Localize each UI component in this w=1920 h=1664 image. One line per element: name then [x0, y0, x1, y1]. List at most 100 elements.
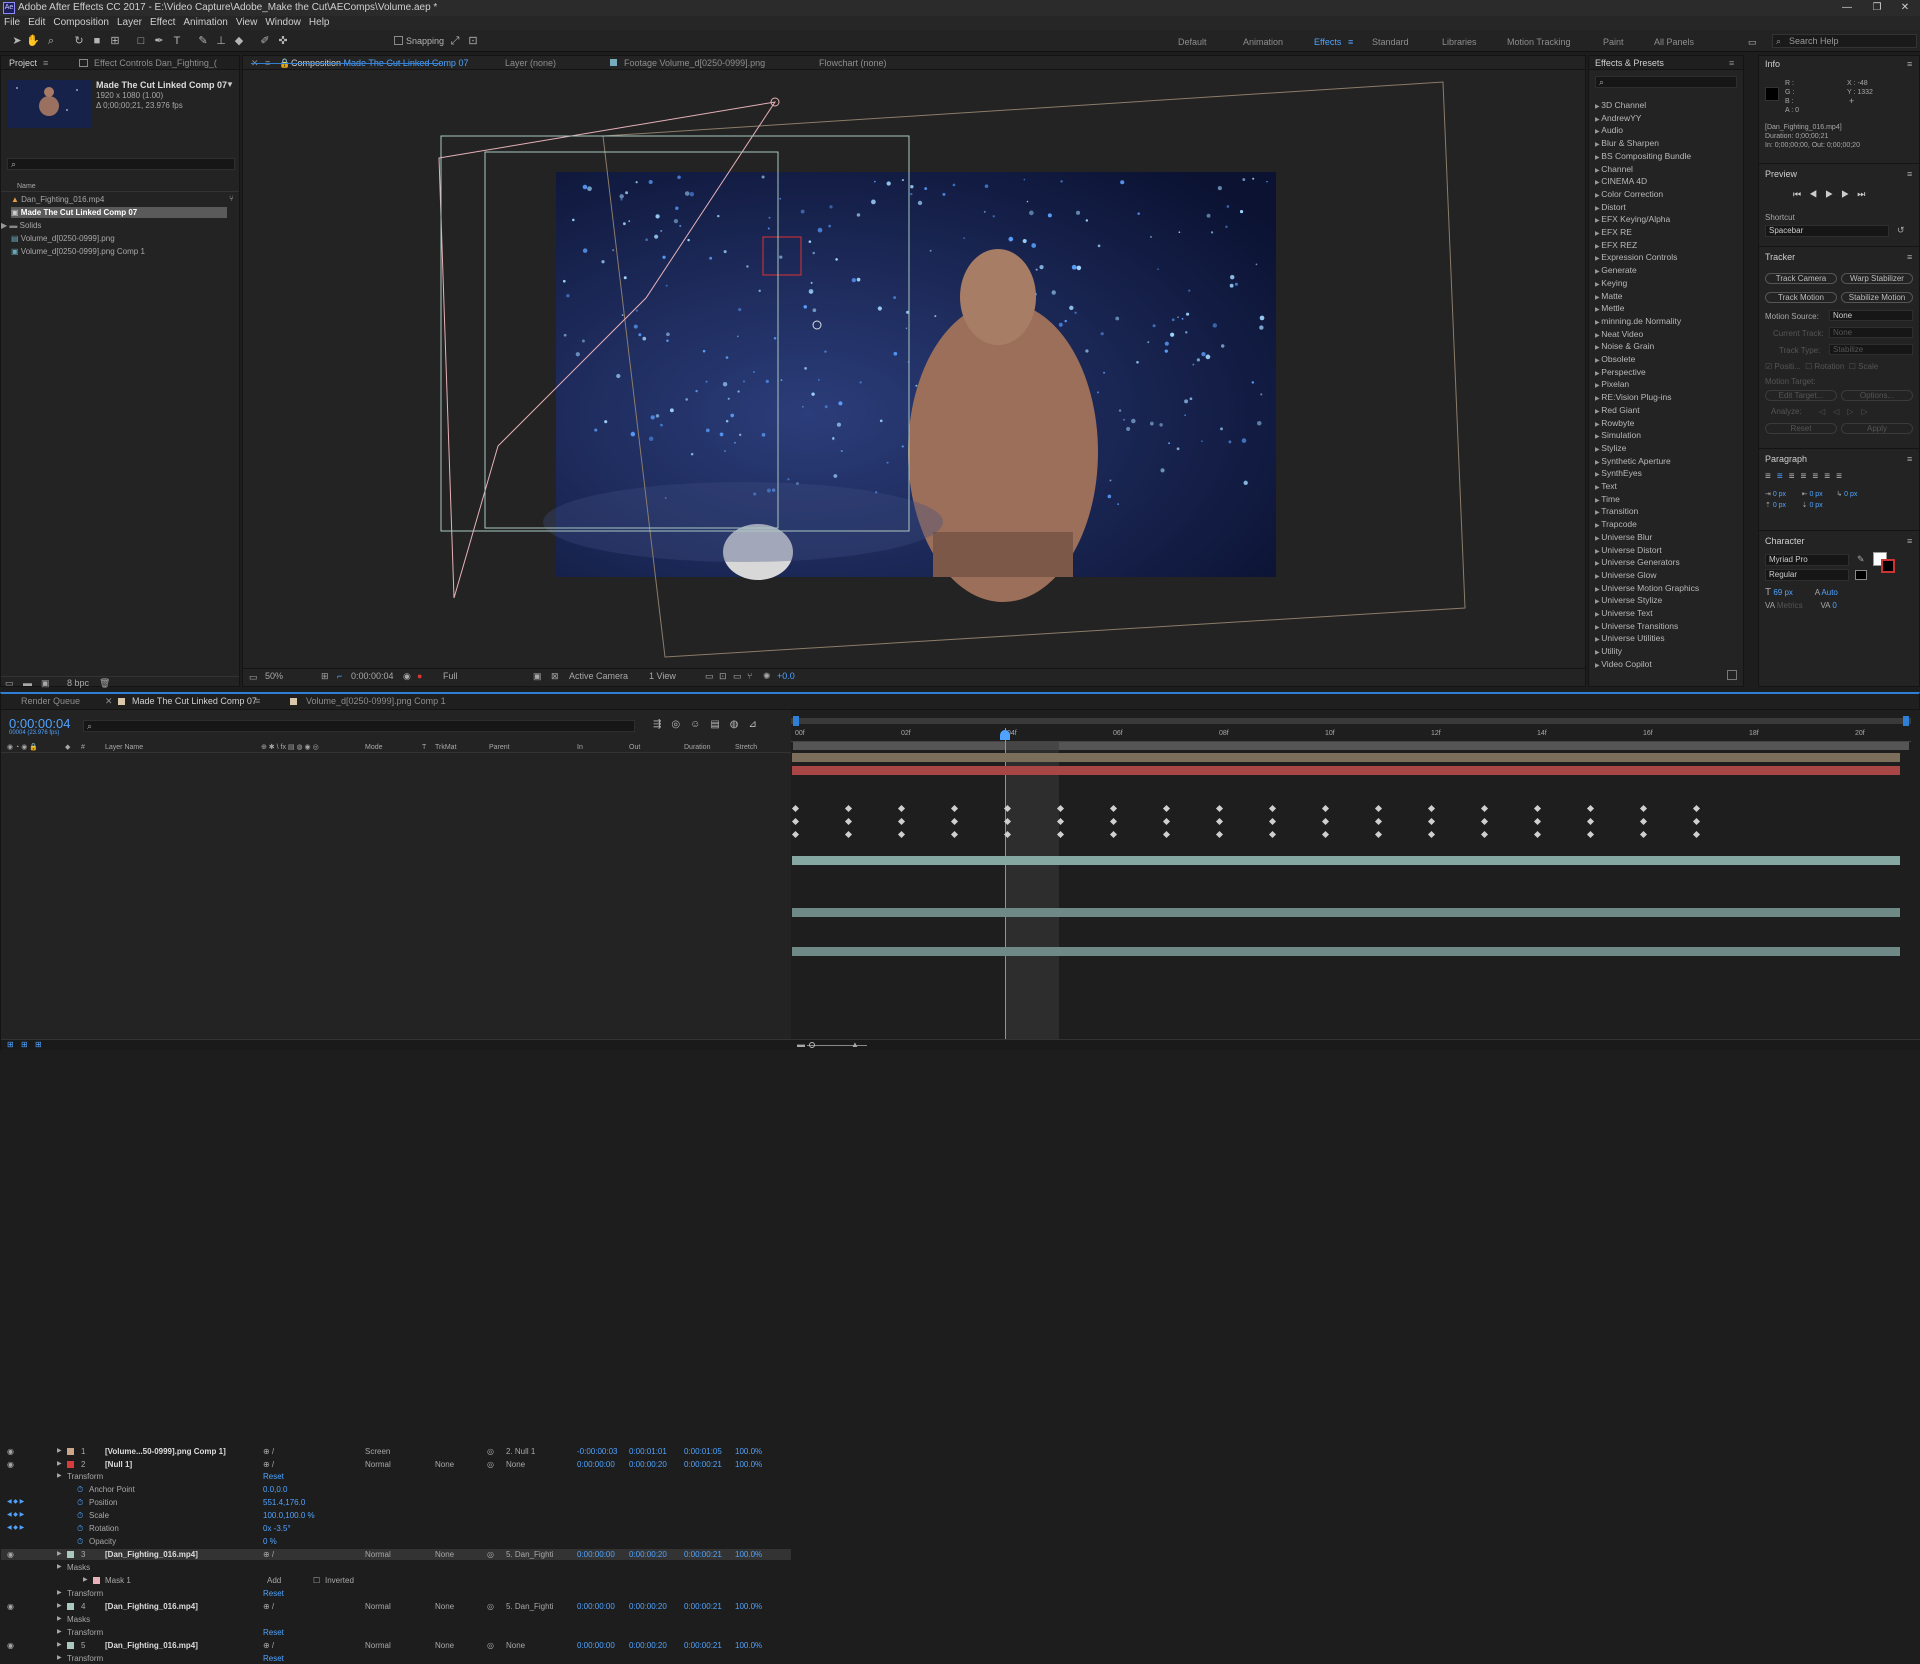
- exposure-value[interactable]: +0.0: [777, 671, 795, 681]
- tab-render-queue[interactable]: Render Queue: [21, 696, 80, 706]
- effect-category[interactable]: Universe Motion Graphics: [1595, 583, 1699, 593]
- composition-canvas[interactable]: [243, 72, 1587, 672]
- visibility-eye-icon[interactable]: ◉: [7, 1459, 14, 1470]
- expand-layer-switches-icon[interactable]: ⊞: [7, 1040, 14, 1049]
- timeline-icon[interactable]: ▭: [733, 671, 742, 682]
- motion-blur-icon[interactable]: ◍: [730, 719, 749, 730]
- space-before-value[interactable]: 0 px: [1773, 502, 1786, 509]
- scale-checkbox[interactable]: ☐: [1849, 362, 1856, 371]
- justify-all-icon[interactable]: ≡: [1836, 471, 1848, 482]
- project-search-input[interactable]: ⌕: [7, 158, 235, 170]
- stopwatch-icon[interactable]: ⏱: [77, 1497, 83, 1508]
- project-bpc[interactable]: 8 bpc: [67, 678, 89, 688]
- reset-icon[interactable]: ↺: [1897, 225, 1905, 236]
- analyze-back-frame-icon[interactable]: ◁: [1833, 407, 1847, 416]
- mode-header[interactable]: Mode: [365, 742, 383, 753]
- menu-effect[interactable]: Effect: [146, 16, 179, 30]
- effect-category[interactable]: RE:Vision Plug-ins: [1595, 392, 1671, 402]
- minimize-button[interactable]: —: [1832, 0, 1862, 16]
- search-help-input[interactable]: ⌕ Search Help: [1772, 34, 1917, 48]
- layer-duration[interactable]: 0:00:00:21: [684, 1640, 722, 1651]
- effect-category[interactable]: Mettle: [1595, 303, 1624, 313]
- time-navigator[interactable]: [791, 718, 1911, 724]
- effect-category[interactable]: Obsolete: [1595, 354, 1635, 364]
- effect-category[interactable]: EFX RE: [1595, 227, 1632, 237]
- label-color-icon[interactable]: [67, 1603, 74, 1610]
- layer-name[interactable]: [Null 1]: [105, 1459, 132, 1470]
- flowchart-icon[interactable]: ⑂: [747, 671, 752, 681]
- rectangle-tool-icon[interactable]: □: [134, 34, 148, 48]
- first-line-indent-value[interactable]: 0 px: [1844, 491, 1857, 498]
- close-button[interactable]: ✕: [1890, 0, 1920, 16]
- hand-tool-icon[interactable]: ✋: [26, 34, 40, 48]
- expand-in-out-icon[interactable]: ⊞: [35, 1040, 42, 1049]
- layer-name[interactable]: [Dan_Fighting_016.mp4]: [105, 1549, 198, 1560]
- layer-duration-bar[interactable]: [792, 856, 1900, 865]
- effect-category[interactable]: Keying: [1595, 278, 1627, 288]
- property-value[interactable]: 551.4,176.0: [263, 1497, 305, 1508]
- leading-value[interactable]: Auto: [1821, 588, 1837, 597]
- parent-dropdown[interactable]: 5. Dan_Fighti: [506, 1549, 554, 1560]
- workspace-animation[interactable]: Animation: [1243, 37, 1283, 47]
- layer-switches-icon[interactable]: ⊕ /: [263, 1640, 274, 1651]
- reset-link[interactable]: Reset: [263, 1627, 284, 1638]
- layer-switches-icon[interactable]: ⊕ /: [263, 1459, 274, 1470]
- navigator-start-handle[interactable]: [793, 716, 799, 726]
- graph-editor-icon[interactable]: ⊿: [749, 719, 767, 730]
- delete-icon[interactable]: 🗑: [99, 678, 110, 689]
- twirl-arrow-icon[interactable]: ▶: [57, 1471, 62, 1482]
- keyframe-navigator-icon[interactable]: ◀ ◆ ▶: [7, 1497, 24, 1508]
- roto-brush-tool-icon[interactable]: ✐: [258, 34, 272, 48]
- options-button[interactable]: Options...: [1841, 390, 1913, 401]
- align-right-icon[interactable]: ≡: [1789, 471, 1801, 482]
- layer-in-time[interactable]: 0:00:00:00: [577, 1459, 615, 1470]
- stopwatch-icon[interactable]: ⏱: [77, 1484, 83, 1495]
- layer-row[interactable]: ◉ ▶ 5 [Dan_Fighting_016.mp4] ⊕ / Normal None ◎ N…: [1, 1640, 791, 1651]
- font-family-dropdown[interactable]: Myriad Pro: [1765, 554, 1849, 566]
- tracking-value[interactable]: 0: [1832, 601, 1836, 610]
- region-of-interest-icon[interactable]: ▣: [533, 671, 542, 682]
- property-value[interactable]: 0x -3.5°: [263, 1523, 291, 1534]
- last-frame-icon[interactable]: ⏭: [1857, 189, 1873, 199]
- flowchart-icon[interactable]: ⑂: [229, 194, 234, 203]
- track-matte-dropdown[interactable]: None: [435, 1640, 454, 1651]
- keyframe-navigator-icon[interactable]: ◀ ◆ ▶: [7, 1523, 24, 1534]
- zoom-slider-thumb[interactable]: [809, 1042, 815, 1048]
- align-left-icon[interactable]: ≡: [1765, 471, 1777, 482]
- layer-out-time[interactable]: 0:00:00:20: [629, 1549, 667, 1560]
- shortcut-dropdown[interactable]: Spacebar: [1765, 225, 1889, 237]
- layer-in-time[interactable]: 0:00:00:00: [577, 1549, 615, 1560]
- track-matte-dropdown[interactable]: None: [435, 1459, 454, 1470]
- project-item-selected[interactable]: ▣ Made The Cut Linked Comp 07: [11, 207, 227, 218]
- effect-category[interactable]: Simulation: [1595, 430, 1641, 440]
- layer-row[interactable]: ◉ ▶ 1 [Volume...50-0999].png Comp 1] ⊕ / Scre…: [1, 1446, 791, 1457]
- layer-switches-icon[interactable]: ⊕ /: [263, 1549, 274, 1560]
- mask-mode-dropdown[interactable]: Add: [267, 1575, 281, 1586]
- effect-category[interactable]: Perspective: [1595, 367, 1645, 377]
- effect-category[interactable]: Stylize: [1595, 443, 1626, 453]
- layer-duration-bar[interactable]: [792, 908, 1900, 917]
- duration-header[interactable]: Duration: [684, 742, 710, 753]
- zoom-dropdown[interactable]: 50%: [265, 671, 283, 681]
- menu-layer[interactable]: Layer: [113, 16, 146, 30]
- twirl-arrow-icon[interactable]: ▶: [57, 1549, 62, 1560]
- tab-project[interactable]: Project: [9, 58, 37, 68]
- current-time-display[interactable]: 0:00:00:04: [9, 716, 70, 731]
- analyze-back-icon[interactable]: ◁: [1819, 407, 1833, 416]
- layer-duration[interactable]: 0:00:00:21: [684, 1549, 722, 1560]
- magnify-icon[interactable]: ▭: [249, 672, 258, 683]
- parent-dropdown[interactable]: 2. Null 1: [506, 1446, 535, 1457]
- layer-out-time[interactable]: 0:00:00:20: [629, 1459, 667, 1470]
- panel-menu-icon[interactable]: ≡: [43, 58, 48, 68]
- default-colors-icon[interactable]: [1855, 570, 1867, 580]
- layer-stretch[interactable]: 100.0%: [735, 1640, 762, 1651]
- property-value[interactable]: 0 %: [263, 1536, 277, 1547]
- maximize-button[interactable]: ❐: [1862, 0, 1892, 16]
- zoom-in-icon[interactable]: ▲: [851, 1040, 859, 1049]
- pick-whip-icon[interactable]: ◎: [487, 1459, 494, 1470]
- track-type-dropdown[interactable]: Stabilize: [1829, 344, 1913, 355]
- stroke-color-swatch[interactable]: [1881, 559, 1895, 573]
- layer-stretch[interactable]: 100.0%: [735, 1549, 762, 1560]
- effect-category[interactable]: Synthetic Aperture: [1595, 456, 1670, 466]
- puppet-pin-tool-icon[interactable]: ✜: [276, 34, 290, 48]
